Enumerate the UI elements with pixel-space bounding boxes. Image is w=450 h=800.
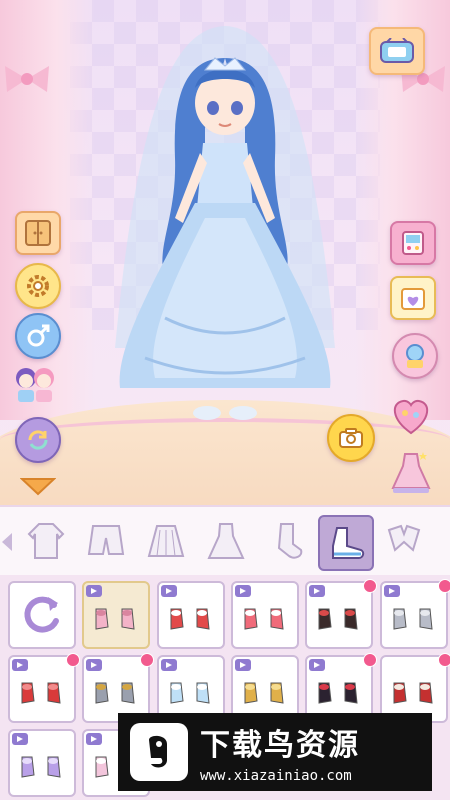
- shoe-item-red-white-shoes[interactable]: [157, 581, 225, 649]
- expand-arrow-button[interactable]: [19, 476, 57, 496]
- video-ad-icon: [86, 659, 102, 671]
- calendar-button[interactable]: [390, 276, 436, 320]
- shorts-icon: [87, 525, 125, 555]
- doll-character: [115, 26, 335, 420]
- camera-icon: [339, 428, 363, 448]
- left-curtain-bow: [5, 66, 49, 92]
- banner-title: 下载鸟资源: [200, 728, 360, 763]
- scroll-left-arrow-icon[interactable]: [2, 533, 12, 551]
- skirt-icon: [147, 525, 185, 557]
- heart-box-button[interactable]: [388, 393, 434, 437]
- camera-button[interactable]: [327, 414, 375, 462]
- watermark-banner: 下载鸟资源 www.xiazainiao.com: [118, 713, 432, 791]
- new-badge: [363, 579, 377, 593]
- new-badge: [438, 579, 450, 593]
- shoe-item-black-red-shoes[interactable]: [305, 581, 373, 649]
- video-ad-icon: [235, 659, 251, 671]
- category-socks[interactable]: [260, 515, 312, 567]
- settings-icon: [27, 275, 49, 297]
- video-ad-icon: [309, 659, 325, 671]
- category-coat[interactable]: [20, 515, 72, 567]
- socks-icon: [277, 523, 303, 559]
- new-badge: [363, 653, 377, 667]
- bird-logo-icon: [130, 723, 188, 781]
- dress-preview-button[interactable]: [388, 447, 434, 495]
- characters-button[interactable]: [12, 363, 58, 405]
- refresh-icon: [28, 430, 48, 450]
- dress-icon: [207, 523, 245, 559]
- video-ad-icon: [86, 733, 102, 745]
- video-ad-icon: [86, 585, 102, 597]
- dress-preview-icon: [391, 452, 431, 493]
- shoe-item-red-bow-shoes[interactable]: [8, 655, 76, 723]
- category-shoes[interactable]: [318, 515, 374, 571]
- video-ad-icon: [384, 585, 400, 597]
- shoe-item-red-sneakers[interactable]: [231, 581, 299, 649]
- video-ad-icon: [161, 659, 177, 671]
- video-ad-icon: [309, 585, 325, 597]
- calendar-heart-icon: [401, 288, 425, 310]
- gacha-button[interactable]: [392, 333, 438, 379]
- video-ad-icon: [235, 585, 251, 597]
- banner-url: www.xiazainiao.com: [200, 768, 352, 784]
- reset-icon: [24, 596, 59, 633]
- coat-icon: [27, 523, 65, 559]
- refresh-button[interactable]: [15, 417, 61, 463]
- gender-button[interactable]: [15, 313, 61, 359]
- expand-arrow-icon: [19, 478, 57, 496]
- video-ad-icon: [161, 585, 177, 597]
- new-badge: [140, 653, 154, 667]
- video-ad-icon: [12, 733, 28, 745]
- shoe-item-pink-sandals[interactable]: [82, 581, 150, 649]
- shoes-icon: [332, 527, 365, 559]
- category-skirt[interactable]: [140, 515, 192, 567]
- game-machine-icon: [402, 231, 424, 255]
- category-dress[interactable]: [200, 515, 252, 567]
- accessories-icon: [387, 524, 421, 552]
- reset-item-button[interactable]: [8, 581, 76, 649]
- gender-icon: [27, 324, 50, 347]
- wardrobe-icon: [25, 220, 51, 246]
- category-bar: [0, 505, 450, 577]
- settings-button[interactable]: [15, 263, 61, 309]
- shoe-item-purple-bow-shoes[interactable]: [8, 729, 76, 797]
- category-shorts[interactable]: [80, 515, 132, 567]
- shoe-item-grey-boots[interactable]: [380, 581, 448, 649]
- shoe-icon: [393, 682, 433, 704]
- game-machine-button[interactable]: [390, 221, 436, 265]
- characters-icon: [16, 368, 54, 402]
- heart-box-icon: [393, 399, 429, 435]
- video-ad-icon: [12, 659, 28, 671]
- wardrobe-button[interactable]: [15, 211, 61, 255]
- new-badge: [438, 653, 450, 667]
- tv-reward-button[interactable]: [369, 27, 425, 75]
- tv-icon: [380, 38, 414, 63]
- category-accessories[interactable]: [378, 515, 430, 567]
- gacha-icon: [406, 344, 424, 368]
- dressing-stage: [0, 0, 450, 505]
- new-badge: [66, 653, 80, 667]
